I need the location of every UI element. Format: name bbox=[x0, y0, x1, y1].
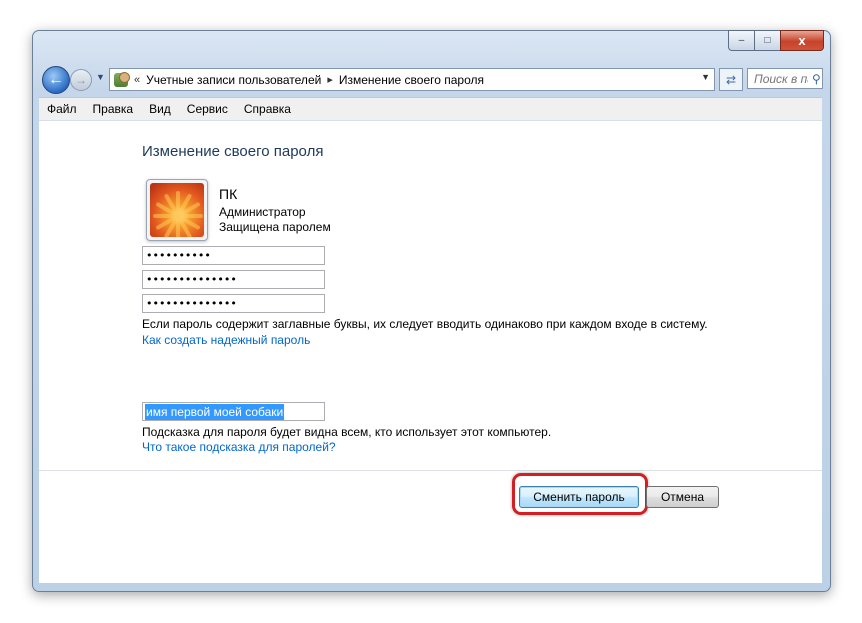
refresh-button[interactable]: ⇄ bbox=[719, 68, 743, 91]
what-is-hint-link[interactable]: Что такое подсказка для паролей? bbox=[142, 440, 336, 454]
hint-visibility-note: Подсказка для пароля будет видна всем, к… bbox=[142, 425, 552, 439]
search-icon[interactable]: ⚲ bbox=[812, 72, 821, 86]
case-sensitivity-note: Если пароль содержит заглавные буквы, их… bbox=[142, 317, 708, 331]
address-bar[interactable]: « Учетные записи пользователей ▸ Изменен… bbox=[109, 68, 715, 91]
page-title: Изменение своего пароля bbox=[142, 143, 324, 160]
breadcrumb-overflow[interactable]: « bbox=[134, 74, 140, 86]
menu-help[interactable]: Справка bbox=[244, 102, 291, 116]
current-password-field[interactable] bbox=[142, 246, 325, 265]
menu-view[interactable]: Вид bbox=[149, 102, 171, 116]
user-name: ПК bbox=[219, 186, 238, 202]
navigation-bar: ← → ▼ « Учетные записи пользователей ▸ И… bbox=[40, 64, 823, 94]
menu-file[interactable]: Файл bbox=[47, 102, 77, 116]
minimize-button[interactable]: – bbox=[728, 30, 754, 51]
refresh-icon: ⇄ bbox=[725, 72, 737, 87]
search-box[interactable]: ⚲ bbox=[747, 68, 823, 89]
breadcrumb-item-user-accounts[interactable]: Учетные записи пользователей bbox=[146, 73, 321, 87]
user-accounts-icon bbox=[114, 71, 130, 87]
search-input[interactable] bbox=[752, 70, 810, 87]
back-arrow-icon: ← bbox=[48, 71, 64, 88]
address-dropdown-icon[interactable]: ▼ bbox=[701, 72, 710, 82]
close-button[interactable]: x bbox=[780, 30, 824, 51]
back-button[interactable]: ← bbox=[42, 66, 70, 94]
menu-edit[interactable]: Правка bbox=[93, 102, 134, 116]
user-protection-status: Защищена паролем bbox=[219, 220, 331, 234]
menu-bar: Файл Правка Вид Сервис Справка bbox=[39, 97, 822, 120]
password-hint-field[interactable]: имя первой моей собаки bbox=[142, 402, 325, 421]
window: – □ x ← → ▼ « Учетные записи пользовател… bbox=[32, 30, 831, 592]
user-role: Администратор bbox=[219, 205, 306, 219]
content-pane: Изменение своего пароля ПК Администратор… bbox=[39, 120, 822, 583]
menu-tools[interactable]: Сервис bbox=[187, 102, 228, 116]
breadcrumb-separator-icon[interactable]: ▸ bbox=[327, 73, 333, 86]
confirm-password-field[interactable] bbox=[142, 294, 325, 313]
forward-button[interactable]: → bbox=[70, 69, 92, 91]
flower-picture-icon bbox=[150, 183, 204, 237]
divider bbox=[39, 470, 822, 471]
cancel-button[interactable]: Отмена bbox=[646, 486, 719, 508]
password-hint-selected-text: имя первой моей собаки bbox=[145, 403, 285, 420]
caption-buttons: – □ x bbox=[728, 30, 824, 51]
breadcrumb-item-change-password[interactable]: Изменение своего пароля bbox=[339, 73, 484, 87]
new-password-field[interactable] bbox=[142, 270, 325, 289]
user-avatar bbox=[146, 179, 208, 241]
recent-pages-dropdown-icon[interactable]: ▼ bbox=[96, 72, 105, 82]
maximize-button[interactable]: □ bbox=[754, 30, 780, 51]
forward-arrow-icon: → bbox=[75, 73, 87, 87]
strong-password-link[interactable]: Как создать надежный пароль bbox=[142, 333, 310, 347]
change-password-button[interactable]: Сменить пароль bbox=[519, 486, 639, 508]
